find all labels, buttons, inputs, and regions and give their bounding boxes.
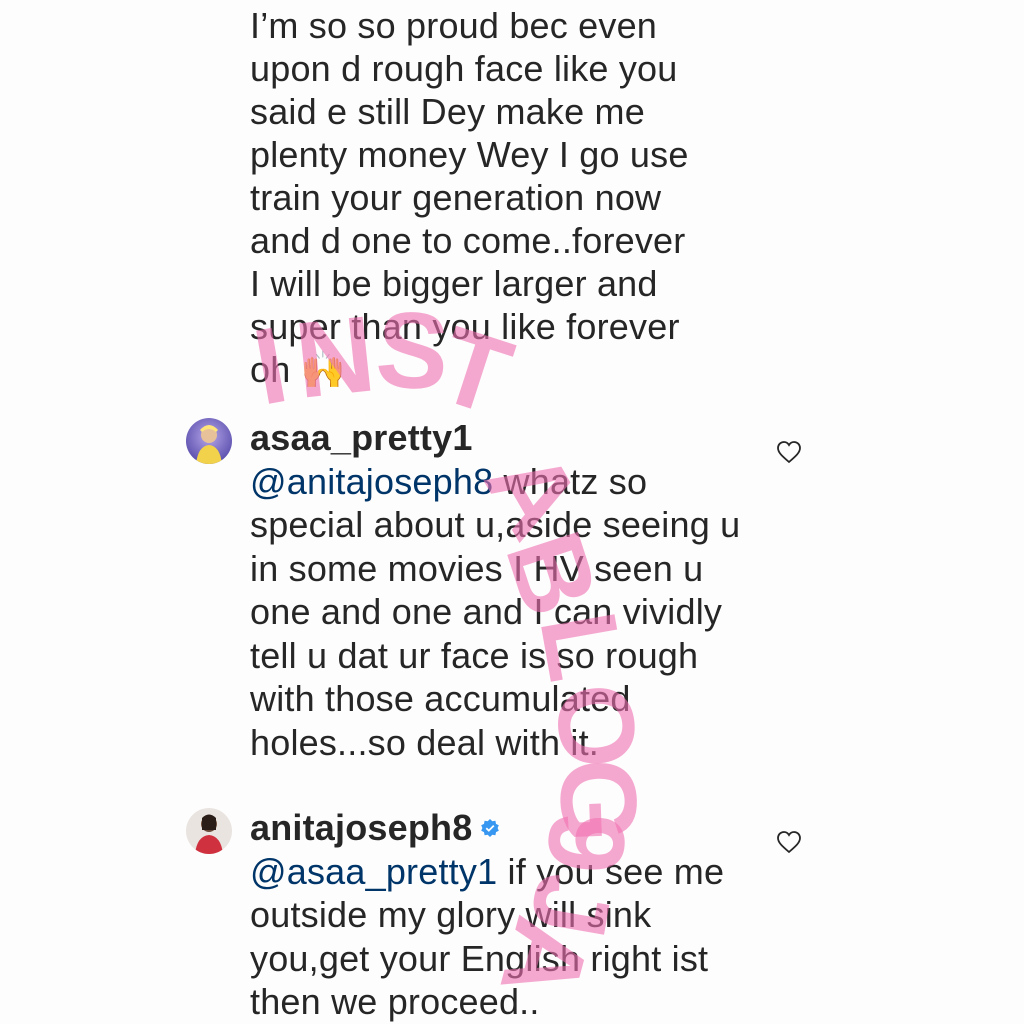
comment-mention-link[interactable]: @anitajoseph8 <box>250 461 493 502</box>
avatar-image <box>186 808 232 854</box>
heart-outline-icon[interactable] <box>776 440 802 464</box>
comment-thread-screenshot: I’m so so proud bec even upon d rough fa… <box>0 0 1024 1024</box>
username-text[interactable]: anitajoseph8 <box>250 806 472 850</box>
comment-username[interactable]: anitajoseph8 <box>250 806 500 850</box>
avatar[interactable] <box>186 418 232 464</box>
heart-outline-icon[interactable] <box>776 830 802 854</box>
comment-username[interactable]: asaa_pretty1 <box>250 416 473 460</box>
comment-body: asaa_pretty1 @anitajoseph8 whatz so spec… <box>250 416 750 764</box>
avatar-image <box>186 418 232 464</box>
comment-mention-link[interactable]: @asaa_pretty1 <box>250 851 497 892</box>
previous-comment-text: I’m so so proud bec even upon d rough fa… <box>250 5 689 390</box>
username-text[interactable]: asaa_pretty1 <box>250 416 473 460</box>
comment-body: anitajoseph8 @asaa_pretty1 if you see me… <box>250 806 750 1024</box>
comment-text: whatz so special about u,aside seeing u … <box>250 460 741 763</box>
verified-badge-icon <box>481 818 500 837</box>
avatar[interactable] <box>186 808 232 854</box>
